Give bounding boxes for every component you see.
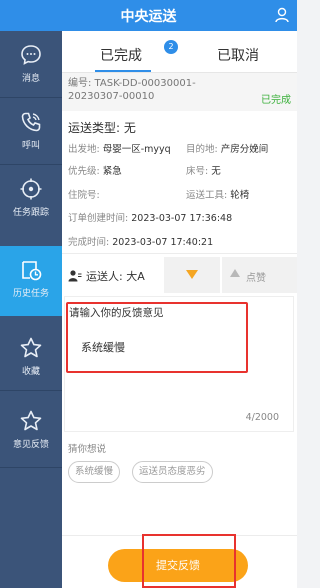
done-row: 完成时间: 2023-03-07 17:40:21 — [68, 234, 213, 248]
transport-type: 运送类型: 无 — [68, 121, 136, 135]
task-code: 编号: TASK-DD-00030001-20230307-00010 — [68, 78, 196, 102]
phone-icon — [21, 112, 41, 132]
divider — [0, 467, 62, 468]
user-icon[interactable] — [275, 7, 289, 23]
suggestion-chip[interactable]: 运送员态度恶劣 — [132, 461, 213, 483]
tab-indicator — [95, 70, 151, 72]
sidebar-item-label: 任务跟踪 — [12, 208, 49, 218]
message-icon — [21, 45, 41, 65]
divider — [62, 253, 297, 254]
thumbs-up-icon — [230, 269, 240, 277]
priority-label: 优先级: — [68, 166, 100, 177]
carrier-name: 运送人: 大A — [86, 270, 145, 283]
tool-label: 运送工具: — [186, 190, 228, 201]
highlight-box — [66, 302, 248, 373]
sidebar-item-label: 呼叫 — [21, 141, 40, 151]
sidebar: 消息 呼叫 任务跟踪 历史任务 收藏 意见反馈 — [0, 31, 62, 588]
priority-row: 优先级: 紧急 — [68, 163, 122, 177]
char-count: 4/2000 — [245, 412, 279, 423]
created-value: 2023-03-07 17:36:48 — [131, 213, 233, 224]
created-label: 订单创建时间: — [68, 213, 129, 224]
created-row: 订单创建时间: 2023-03-07 17:36:48 — [68, 210, 232, 224]
sidebar-item-feedback[interactable]: 意见反馈 — [0, 397, 62, 467]
suggestions-label: 猜你想说 — [68, 444, 107, 455]
origin-row: 出发地: 母婴一区-myyq — [68, 141, 171, 155]
dest-row: 目的地: 产房分娩间 — [186, 141, 268, 155]
highlight-box — [142, 534, 236, 588]
like-button[interactable]: 点赞 — [222, 257, 297, 293]
done-label: 完成时间: — [68, 237, 110, 248]
carrier: 运送人: 大A — [68, 268, 145, 284]
status-badge: 已完成 — [261, 95, 291, 106]
tool-row: 运送工具: 轮椅 — [186, 187, 249, 201]
tab-cancelled[interactable]: 已取消 — [217, 45, 259, 65]
top-bar: 中央运送 — [0, 0, 297, 31]
like-label: 点赞 — [246, 273, 266, 284]
dest-value: 产房分娩间 — [220, 144, 269, 155]
dest-label: 目的地: — [186, 144, 218, 155]
bed-value: 无 — [211, 166, 221, 177]
feedback-star-icon — [20, 410, 42, 431]
inpatient-label: 住院号: — [68, 190, 100, 201]
star-icon — [20, 337, 42, 358]
sidebar-item-task-tracking[interactable]: 任务跟踪 — [0, 165, 62, 231]
priority-value: 紧急 — [102, 166, 122, 177]
person-icon — [68, 270, 82, 282]
origin-label: 出发地: — [68, 144, 100, 155]
expand-button[interactable] — [164, 257, 220, 293]
sidebar-item-label: 收藏 — [21, 367, 40, 377]
sidebar-item-label: 历史任务 — [12, 289, 49, 299]
sidebar-item-favorites[interactable]: 收藏 — [0, 324, 62, 390]
track-icon — [20, 178, 42, 200]
done-value: 2023-03-07 17:40:21 — [112, 237, 214, 248]
suggestion-chip[interactable]: 系统缓慢 — [68, 461, 121, 483]
sidebar-item-label: 消息 — [21, 74, 40, 84]
origin-value: 母婴一区-myyq — [102, 144, 171, 155]
sidebar-item-messages[interactable]: 消息 — [0, 31, 62, 97]
inpatient-row: 住院号: — [68, 187, 100, 201]
sidebar-item-history[interactable]: 历史任务 — [0, 246, 62, 316]
chevron-down-icon — [186, 270, 198, 279]
app-title: 中央运送 — [120, 9, 177, 25]
sidebar-item-call[interactable]: 呼叫 — [0, 98, 62, 164]
divider — [0, 390, 62, 391]
count-badge: 2 — [164, 40, 178, 54]
carrier-bar: 运送人: 大A 点赞 — [62, 257, 297, 293]
tool-value: 轮椅 — [230, 190, 250, 201]
sidebar-item-label: 意见反馈 — [12, 440, 49, 450]
tab-completed[interactable]: 已完成 — [100, 45, 142, 65]
bed-label: 床号: — [186, 166, 209, 177]
bed-row: 床号: 无 — [186, 163, 221, 177]
tab-bar: 已完成 2 已取消 — [62, 31, 297, 73]
history-icon — [22, 261, 42, 281]
